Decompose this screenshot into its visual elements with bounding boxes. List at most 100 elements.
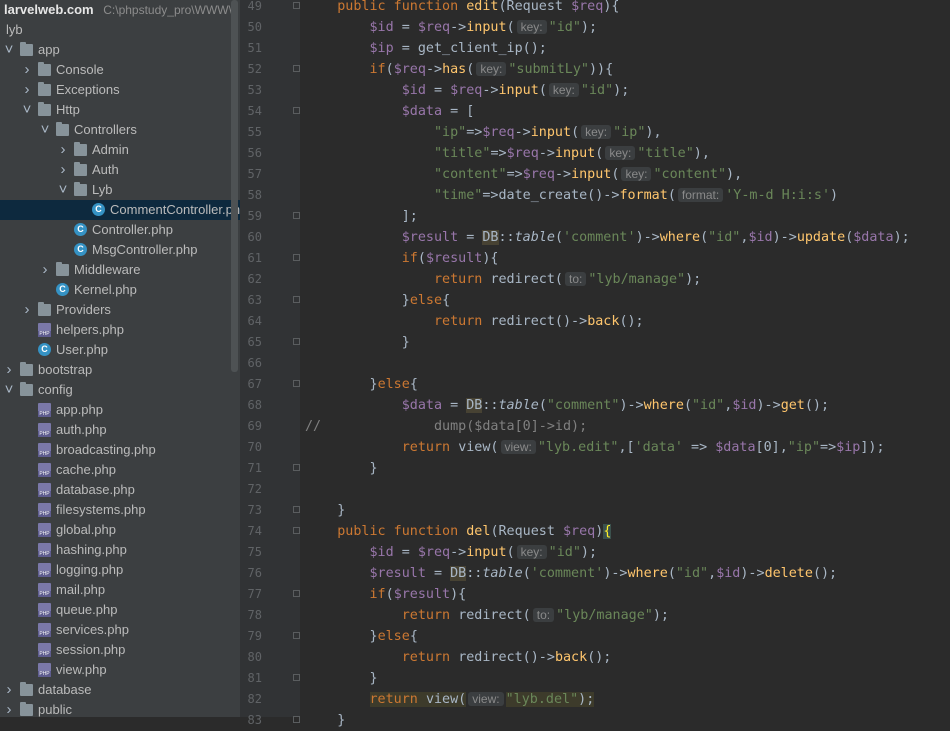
code-line[interactable]: 73 } bbox=[0, 500, 950, 521]
code-line[interactable]: 67 }else{ bbox=[0, 374, 950, 395]
code-token: "lyb/manage" bbox=[556, 608, 653, 623]
code-token: ), bbox=[693, 146, 710, 161]
code-token: back bbox=[554, 650, 588, 665]
code-line[interactable]: 54 $data = [ bbox=[0, 101, 950, 122]
code-line[interactable]: 59 ]; bbox=[0, 206, 950, 227]
code-line[interactable]: 68 $data = DB::table("comment")->where("… bbox=[0, 395, 950, 416]
code-token: ( bbox=[466, 62, 475, 77]
code-line[interactable]: 83 } bbox=[0, 710, 950, 731]
code-token: return bbox=[401, 608, 459, 623]
code-line[interactable]: 66 bbox=[0, 353, 950, 374]
code-text: "content"=>$req->input(key: "content"), bbox=[305, 164, 742, 185]
code-token: $id bbox=[369, 20, 394, 35]
code-token: "lyb.del" bbox=[505, 692, 579, 707]
code-line[interactable]: 65 } bbox=[0, 332, 950, 353]
code-line[interactable]: 74 public function del(Request $req){ bbox=[0, 521, 950, 542]
code-token: $id bbox=[748, 230, 773, 245]
code-token: input bbox=[571, 167, 612, 182]
fold-marker-icon[interactable] bbox=[293, 212, 300, 219]
line-number: 49 bbox=[247, 0, 262, 13]
fold-marker-icon[interactable] bbox=[293, 338, 300, 345]
code-line[interactable]: 60 $result = DB::table('comment')->where… bbox=[0, 227, 950, 248]
parameter-hint: format: bbox=[677, 188, 724, 202]
code-line[interactable]: 69 // dump($data[0]->id); bbox=[0, 416, 950, 437]
code-line[interactable]: 64 return redirect()->back(); bbox=[0, 311, 950, 332]
code-line[interactable]: 77 if($result){ bbox=[0, 584, 950, 605]
fold-marker-icon[interactable] bbox=[293, 506, 300, 513]
code-line[interactable]: 58 "time"=>date_create()->format(format:… bbox=[0, 185, 950, 206]
code-token: ){ bbox=[482, 251, 499, 266]
line-number: 50 bbox=[247, 20, 262, 34]
fold-marker-icon[interactable] bbox=[293, 2, 300, 9]
code-line[interactable]: 49 public function edit(Request $req){ bbox=[0, 0, 950, 17]
fold-marker-icon[interactable] bbox=[293, 296, 300, 303]
code-token: table bbox=[498, 398, 539, 413]
fold-marker-icon[interactable] bbox=[293, 527, 300, 534]
code-line[interactable]: 76 $result = DB::table('comment')->where… bbox=[0, 563, 950, 584]
code-token: DB bbox=[466, 398, 483, 413]
code-line[interactable]: 82 return view(view: "lyb.del"); bbox=[0, 689, 950, 710]
code-line[interactable]: 81 } bbox=[0, 668, 950, 689]
code-token: } bbox=[305, 713, 346, 728]
code-line[interactable]: 80 return redirect()->back(); bbox=[0, 647, 950, 668]
code-token: return bbox=[401, 650, 459, 665]
code-token: if bbox=[401, 251, 418, 266]
code-token: => bbox=[490, 146, 507, 161]
fold-marker-icon[interactable] bbox=[293, 716, 300, 723]
code-line[interactable]: 52 if($req->has(key: "submitLy")){ bbox=[0, 59, 950, 80]
code-line[interactable]: 70 return view(view: "lyb.edit",['data' =… bbox=[0, 437, 950, 458]
code-line[interactable]: 53 $id = $req->input(key: "id"); bbox=[0, 80, 950, 101]
code-line[interactable]: 71 } bbox=[0, 458, 950, 479]
code-line[interactable]: 55 "ip"=>$req->input(key: "ip"), bbox=[0, 122, 950, 143]
code-line[interactable]: 51 $ip = get_client_ip(); bbox=[0, 38, 950, 59]
fold-marker-icon[interactable] bbox=[293, 632, 300, 639]
fold-marker-icon[interactable] bbox=[293, 380, 300, 387]
line-number: 79 bbox=[247, 629, 262, 643]
code-line[interactable]: 62 return redirect(to: "lyb/manage"); bbox=[0, 269, 950, 290]
code-line[interactable]: 72 bbox=[0, 479, 950, 500]
code-token: $result bbox=[401, 230, 459, 245]
code-token: "id" bbox=[548, 20, 581, 35]
code-token: "id" bbox=[548, 545, 581, 560]
fold-marker-icon[interactable] bbox=[293, 590, 300, 597]
code-token: return bbox=[369, 692, 426, 707]
code-token: ); bbox=[578, 692, 595, 707]
code-token: )-> bbox=[740, 566, 765, 581]
code-line[interactable]: 56 "title"=>$req->input(key: "title"), bbox=[0, 143, 950, 164]
fold-marker-icon[interactable] bbox=[293, 107, 300, 114]
code-line[interactable]: 50 $id = $req->input(key: "id"); bbox=[0, 17, 950, 38]
parameter-hint: key: bbox=[621, 167, 652, 181]
line-number: 55 bbox=[247, 125, 262, 139]
code-line[interactable]: 61 if($result){ bbox=[0, 248, 950, 269]
code-token: (Request bbox=[498, 0, 572, 14]
code-text: ]; bbox=[305, 206, 418, 227]
code-line[interactable]: 75 $id = $req->input(key: "id"); bbox=[0, 542, 950, 563]
code-token: ( bbox=[385, 62, 394, 77]
code-text: $result = DB::table('comment')->where("i… bbox=[305, 227, 910, 248]
code-token: (); bbox=[619, 314, 644, 329]
parameter-hint: view: bbox=[500, 440, 536, 454]
code-line[interactable]: 78 return redirect(to: "lyb/manage"); bbox=[0, 605, 950, 626]
fold-marker-icon[interactable] bbox=[293, 254, 300, 261]
code-token: $data bbox=[853, 230, 894, 245]
code-line[interactable]: 57 "content"=>$req->input(key: "content")… bbox=[0, 164, 950, 185]
code-token: (); bbox=[812, 566, 838, 581]
code-line[interactable]: 63 }else{ bbox=[0, 290, 950, 311]
code-token: $data bbox=[401, 104, 443, 119]
code-token: ); bbox=[580, 20, 606, 35]
line-number: 81 bbox=[247, 671, 262, 685]
fold-marker-icon[interactable] bbox=[293, 65, 300, 72]
code-token: $id bbox=[401, 83, 426, 98]
fold-marker-icon[interactable] bbox=[293, 674, 300, 681]
line-number: 78 bbox=[247, 608, 262, 622]
fold-marker-icon[interactable] bbox=[293, 464, 300, 471]
code-line[interactable]: 79 }else{ bbox=[0, 626, 950, 647]
line-number: 67 bbox=[247, 377, 262, 391]
